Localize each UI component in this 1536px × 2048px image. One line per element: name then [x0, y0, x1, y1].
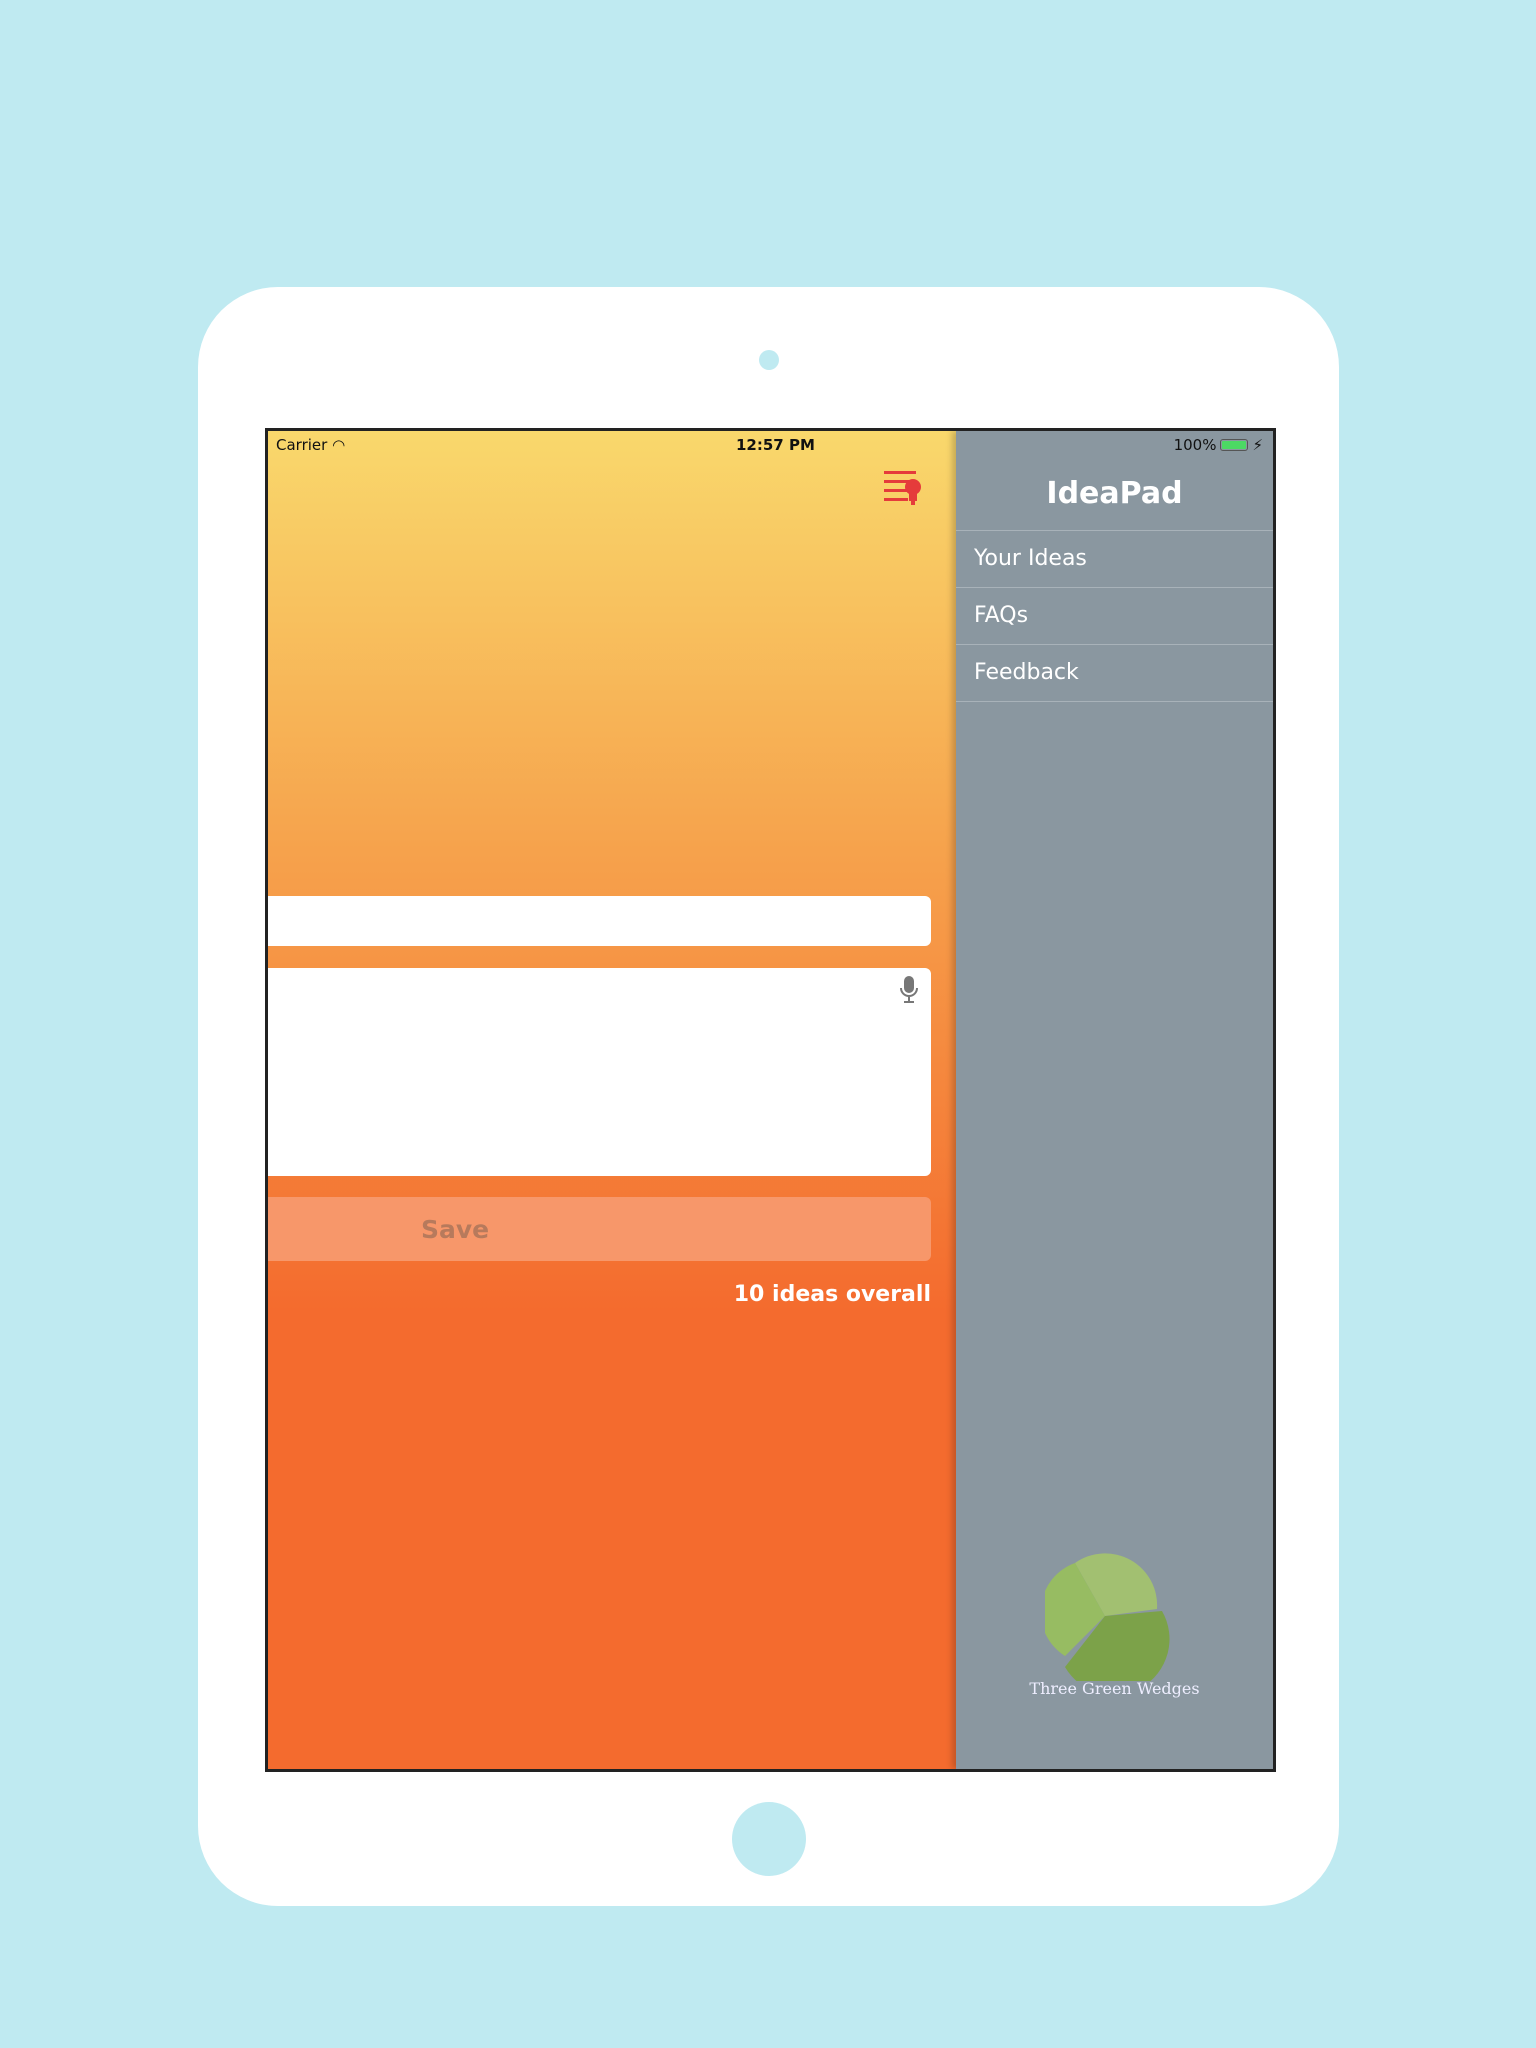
logo-text: Three Green Wedges	[1029, 1679, 1200, 1698]
microphone-icon[interactable]	[899, 976, 919, 1004]
camera-dot	[759, 350, 779, 370]
three-green-wedges-logo	[1045, 1553, 1170, 1681]
sidebar-item-faqs[interactable]: FAQs	[956, 588, 1273, 645]
idea-title-input[interactable]	[268, 896, 931, 946]
battery-percent: 100%	[1173, 436, 1217, 454]
screen: Save 10 ideas overall IdeaPad Your Ideas…	[265, 428, 1276, 1772]
charging-icon: ⚡	[1252, 436, 1263, 454]
sidebar-item-your-ideas[interactable]: Your Ideas	[956, 531, 1273, 588]
main-panel: Save 10 ideas overall	[268, 431, 956, 1769]
sidebar-title: IdeaPad	[1046, 476, 1183, 511]
sidebar: IdeaPad Your Ideas FAQs Feedback Three G…	[956, 431, 1273, 1769]
idea-count: 10 ideas overall	[733, 1282, 931, 1307]
menu-lightbulb-icon[interactable]	[880, 467, 924, 511]
status-bar: Carrier ◠ 12:57 PM 100% ⚡	[268, 431, 1273, 457]
home-button[interactable]	[732, 1802, 806, 1876]
idea-body-textarea[interactable]	[268, 968, 931, 1176]
wifi-icon: ◠	[332, 436, 346, 454]
battery-indicator: 100% ⚡	[1174, 436, 1263, 454]
sidebar-item-feedback[interactable]: Feedback	[956, 645, 1273, 702]
carrier-text: Carrier	[276, 436, 328, 454]
save-button[interactable]: Save	[268, 1197, 931, 1261]
battery-icon	[1220, 439, 1249, 451]
clock: 12:57 PM	[736, 436, 815, 454]
carrier-label: Carrier ◠	[276, 436, 345, 454]
